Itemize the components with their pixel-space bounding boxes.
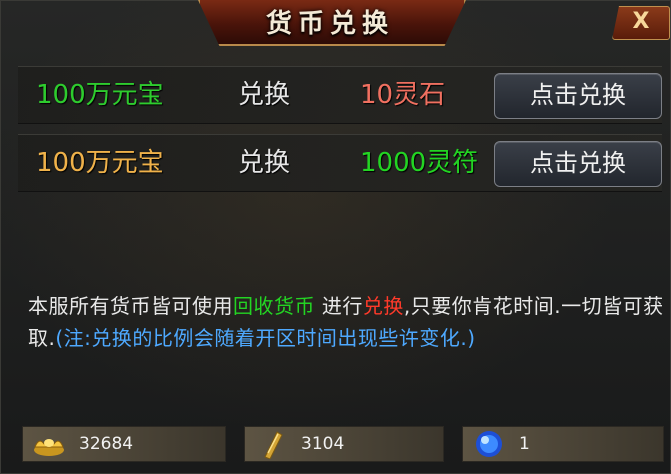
exchange-button-1[interactable]: 点击兑换 [494,73,662,119]
close-button[interactable]: X [612,6,670,40]
exchange-row-1: 100万元宝 兑换 10灵石 点击兑换 [18,66,662,124]
gold-ingot-icon [34,439,64,456]
description-note: (注:兑换的比例会随着开区时间出现些许变化.) [55,326,476,350]
exchange-to-amount: 1000灵符 [360,148,479,178]
exchange-button-2[interactable]: 点击兑换 [494,141,662,187]
exchange-to-amount: 10灵石 [360,80,446,110]
exchange-description: 本服所有货币皆可使用回收货币 进行兑换,只要你肯花时间.一切皆可获取.(注:兑换… [28,290,668,354]
description-text: 本服所有货币皆可使用 [28,294,233,318]
exchange-from-amount: 100万元宝 [36,80,164,110]
spirit-orb-count: 1 [519,434,530,454]
resource-slot-gold: 32684 [22,426,226,462]
description-highlight: 兑换 [362,294,404,318]
talisman-count: 3104 [301,434,345,454]
exchange-row-2: 100万元宝 兑换 1000灵符 点击兑换 [18,134,662,192]
recycle-currency-link[interactable]: 回收货币 [233,294,315,318]
resource-slot-talisman: 3104 [244,426,444,462]
exchange-action-label: 兑换 [238,148,291,178]
resource-slot-orb: 1 [462,426,664,462]
gold-ingot-count: 32684 [79,434,134,454]
description-text: 进行 [315,294,363,318]
close-icon[interactable]: X [633,9,650,34]
jade-talisman-icon [264,431,283,459]
window-title: 货币兑换 [265,9,394,39]
exchange-from-amount: 100万元宝 [36,148,164,178]
spirit-orb-icon [476,431,502,457]
exchange-action-label: 兑换 [238,80,291,110]
